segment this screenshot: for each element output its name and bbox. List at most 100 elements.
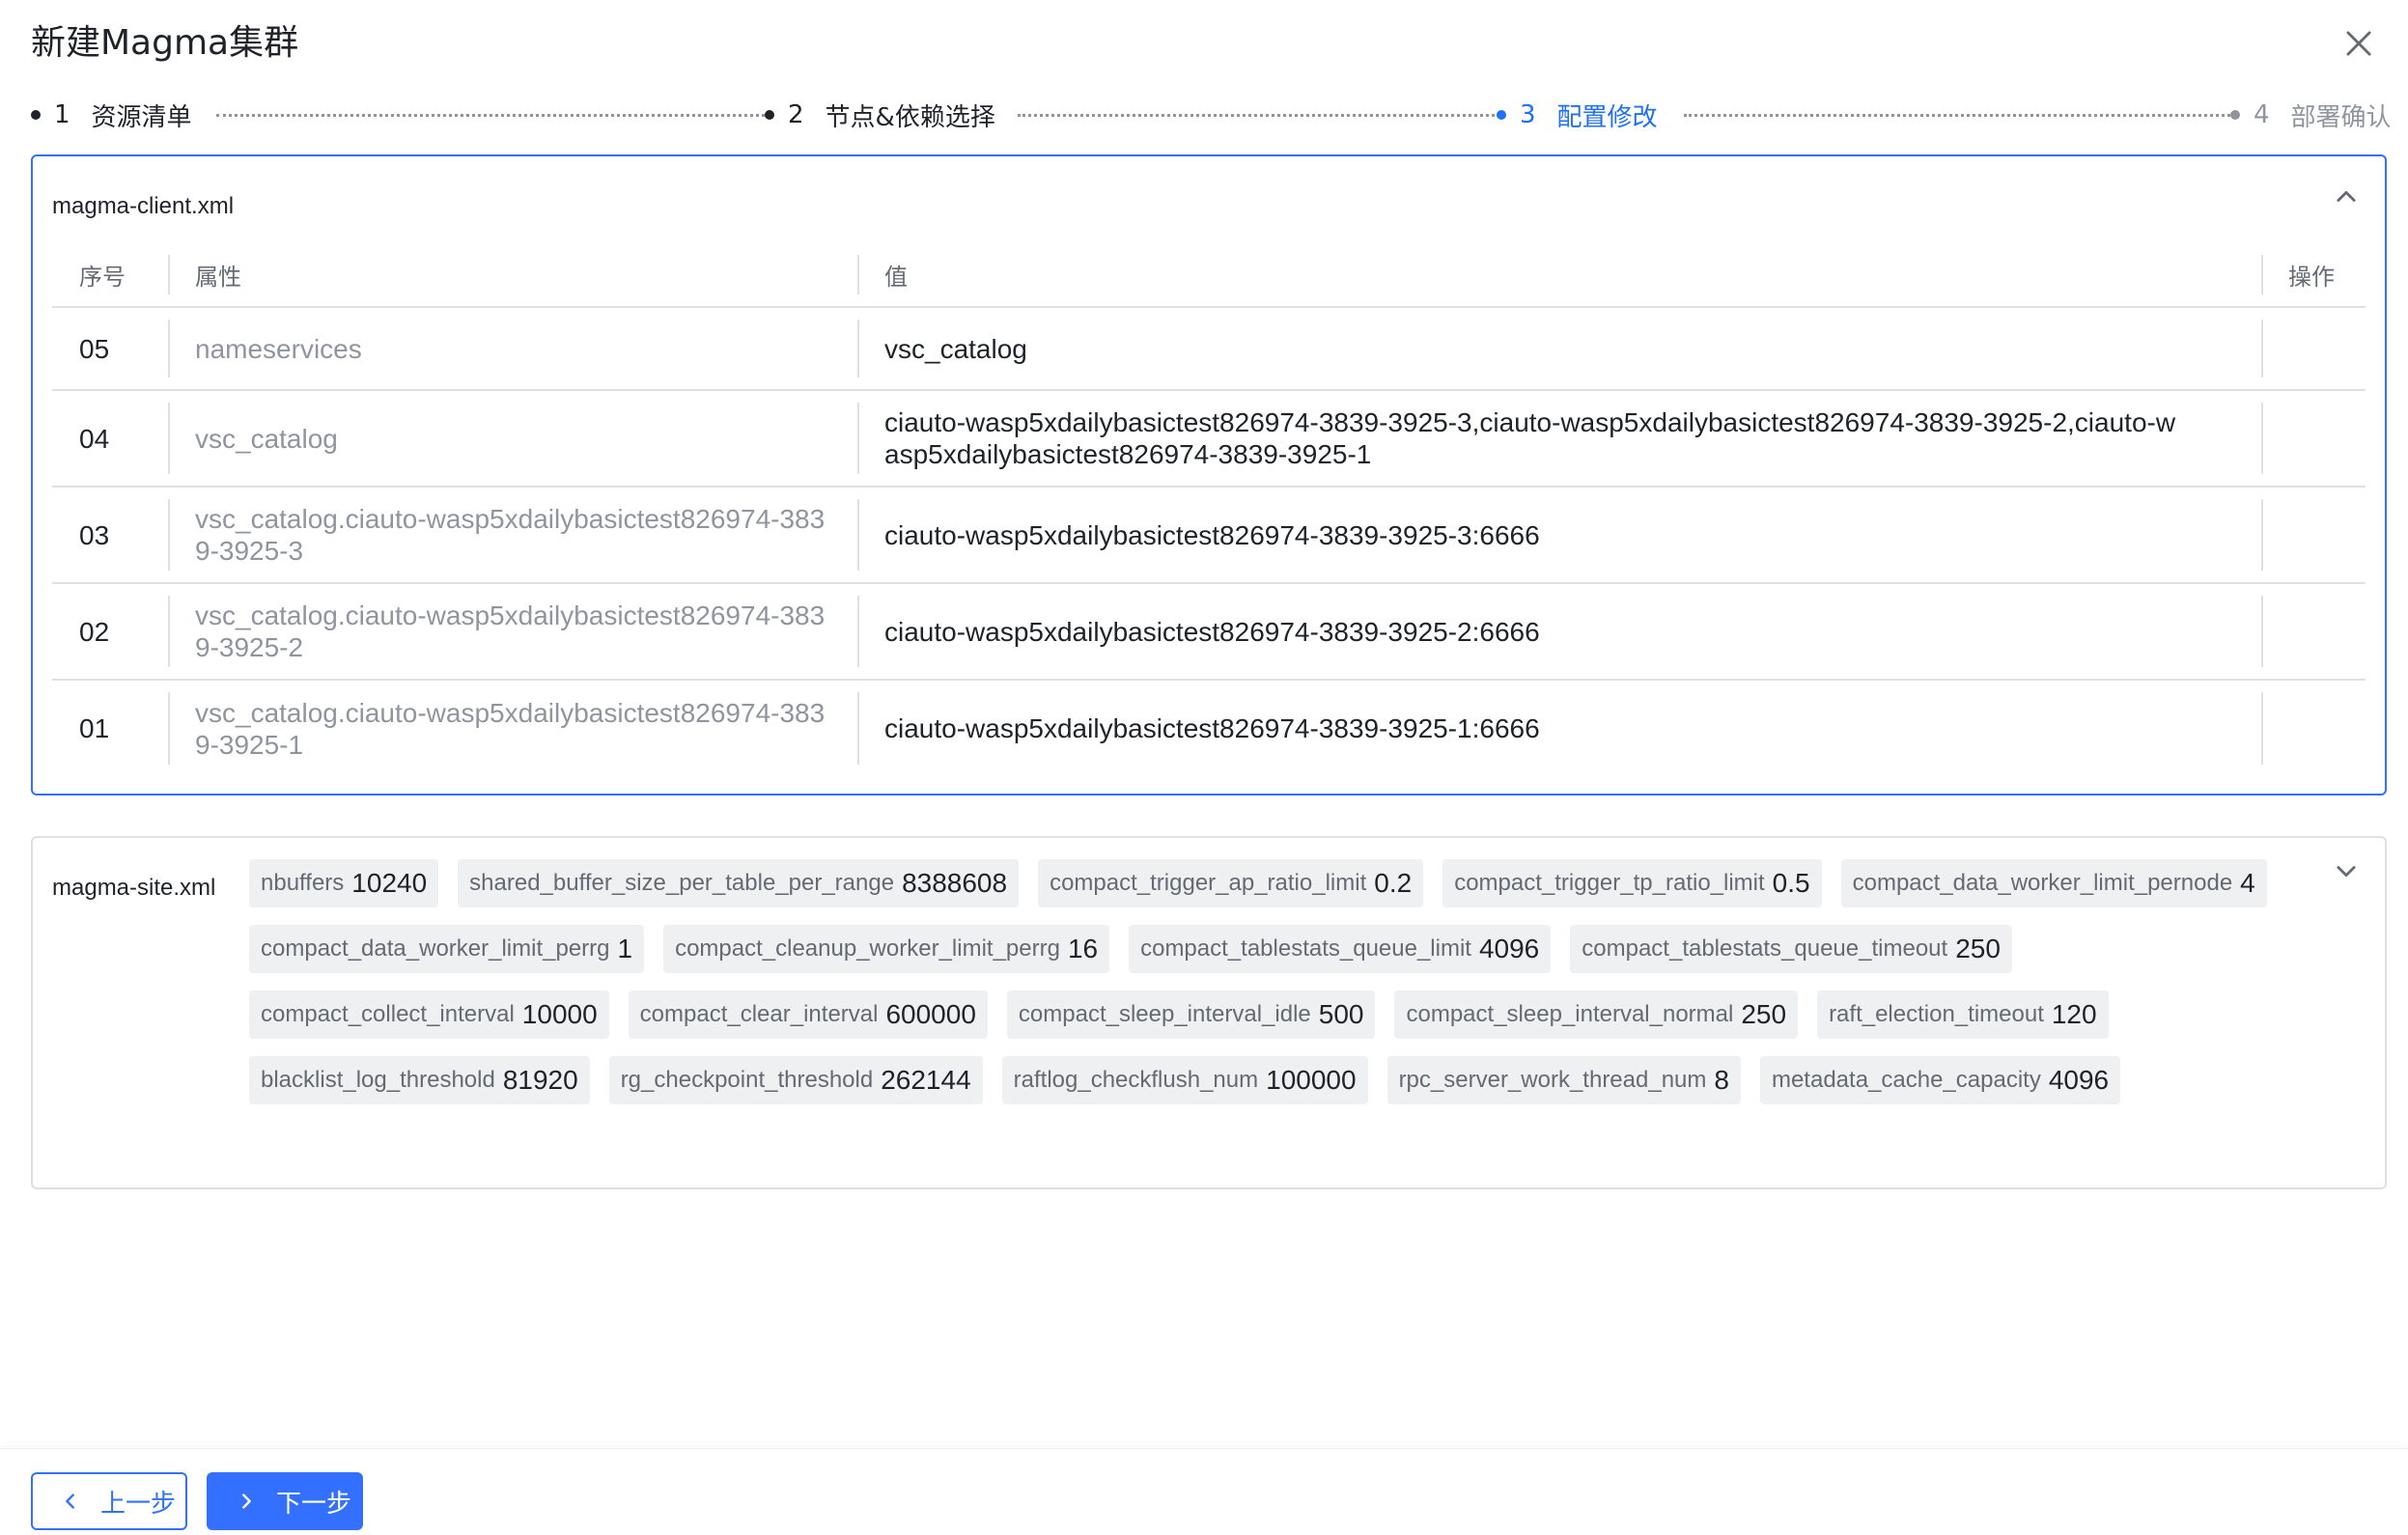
site-config-panel: magma-site.xml nbuffers 10240 shared_buffe… xyxy=(31,836,2387,1189)
config-tag-value: 8 xyxy=(1714,1065,1729,1095)
cell-attr: vsc_catalog.ciauto-wasp5xdailybasictest8… xyxy=(168,487,857,584)
config-tag-value: 120 xyxy=(2051,999,2097,1029)
step-4: 4 部署确认 xyxy=(2230,95,2392,135)
config-tag: shared_buffer_size_per_table_per_range 83… xyxy=(458,859,1020,907)
step-number: 2 xyxy=(788,100,804,129)
config-tag-key: compact_clear_interval xyxy=(639,1001,879,1027)
table-row: 04 vsc_catalog ciauto-wasp5xdailybasicte… xyxy=(52,390,2366,488)
step-label: 节点&依赖选择 xyxy=(825,102,995,132)
cell-action xyxy=(2261,680,2366,776)
config-tag: compact_cleanup_worker_limit_perrg 16 xyxy=(663,925,1110,973)
next-step-button[interactable]: 下一步 xyxy=(207,1472,363,1530)
config-tag: compact_collect_interval 10000 xyxy=(249,991,609,1039)
config-tag-value: 8388608 xyxy=(902,868,1008,898)
config-tag-list: nbuffers 10240 shared_buffer_size_per_tabl… xyxy=(249,859,2325,1104)
config-tag: compact_sleep_interval_normal 250 xyxy=(1394,991,1799,1039)
cell-seq: 02 xyxy=(52,583,168,681)
table-row: 05 nameservices vsc_catalog xyxy=(52,307,2366,391)
column-header-value: 值 xyxy=(857,243,2261,308)
config-tag: compact_data_worker_limit_pernode 4 xyxy=(1840,859,2267,907)
cell-seq: 03 xyxy=(52,487,168,584)
chevron-right-icon xyxy=(242,1493,251,1509)
config-tag: compact_tablestats_queue_limit 4096 xyxy=(1129,925,1552,973)
step-1: 1 资源清单 xyxy=(31,95,192,135)
config-tag-key: raftlog_checkflush_num xyxy=(1013,1067,1259,1093)
cell-value: ciauto-wasp5xdailybasictest826974-3839-3… xyxy=(857,390,2261,488)
config-tag-value: 250 xyxy=(1955,934,2001,963)
step-dot-icon xyxy=(765,110,774,120)
panel-title: magma-client.xml xyxy=(52,193,235,219)
config-tag: compact_trigger_tp_ratio_limit 0.5 xyxy=(1442,859,1822,907)
cell-attr: vsc_catalog.ciauto-wasp5xdailybasictest8… xyxy=(168,680,857,776)
step-dot-icon xyxy=(1497,110,1506,120)
config-tag: compact_tablestats_queue_timeout 250 xyxy=(1570,925,2012,973)
config-tag-value: 600000 xyxy=(885,999,976,1029)
column-header-seq: 序号 xyxy=(52,243,168,308)
step-2: 2 节点&依赖选择 xyxy=(765,95,995,135)
cell-seq: 04 xyxy=(52,390,168,488)
prev-step-label: 上一步 xyxy=(100,1489,177,1519)
prev-step-button[interactable]: 上一步 xyxy=(31,1472,187,1530)
config-tag: rg_checkpoint_threshold 262144 xyxy=(608,1056,983,1104)
cell-value: ciauto-wasp5xdailybasictest826974-3839-3… xyxy=(857,583,2261,681)
config-tag: compact_trigger_ap_ratio_limit 0.2 xyxy=(1038,859,1424,907)
config-tag: metadata_cache_capacity 4096 xyxy=(1759,1056,2121,1104)
close-icon[interactable] xyxy=(2340,25,2377,62)
step-label: 配置修改 xyxy=(1556,102,1658,132)
panel-title: magma-site.xml xyxy=(52,875,216,901)
config-tag-key: rpc_server_work_thread_num xyxy=(1398,1067,1707,1093)
config-tag-value: 0.5 xyxy=(1772,868,1810,898)
config-tag: blacklist_log_threshold 81920 xyxy=(249,1056,590,1104)
config-tag: compact_sleep_interval_idle 500 xyxy=(1006,991,1376,1039)
cell-attr: nameservices xyxy=(168,307,857,391)
config-tag: compact_data_worker_limit_perrg 1 xyxy=(249,925,645,973)
config-tag-key: nbuffers xyxy=(261,870,345,896)
config-tag-key: metadata_cache_capacity xyxy=(1771,1067,2041,1093)
config-tag: raftlog_checkflush_num 100000 xyxy=(1001,1056,1368,1104)
chevron-up-icon[interactable] xyxy=(2333,183,2360,210)
config-tag-value: 1 xyxy=(617,934,633,963)
config-tag-value: 0.2 xyxy=(1374,868,1413,898)
config-tag-key: blacklist_log_threshold xyxy=(261,1067,495,1093)
cell-value: ciauto-wasp5xdailybasictest826974-3839-3… xyxy=(857,680,2261,776)
cell-seq: 01 xyxy=(79,713,110,743)
config-tag-value: 250 xyxy=(1741,999,1787,1029)
dialog-title: 新建Magma集群 xyxy=(31,23,299,63)
config-tag-key: compact_data_worker_limit_perrg xyxy=(261,935,610,962)
config-tag: rpc_server_work_thread_num 8 xyxy=(1386,1056,1741,1104)
chevron-left-icon xyxy=(66,1493,74,1509)
config-tag: nbuffers 10240 xyxy=(249,859,439,907)
config-tag-key: compact_sleep_interval_normal xyxy=(1406,1001,1734,1027)
config-tag-key: compact_trigger_tp_ratio_limit xyxy=(1454,870,1765,896)
config-tag: compact_clear_interval 600000 xyxy=(628,991,988,1039)
cell-action xyxy=(2261,390,2366,488)
properties-table: 序号 属性 值 操作 05 nameservices vsc_catalog 0… xyxy=(52,243,2366,776)
chevron-down-icon[interactable] xyxy=(2333,857,2360,884)
step-number: 1 xyxy=(54,100,70,129)
config-tag-value: 10240 xyxy=(351,868,428,898)
cell-attr: vsc_catalog xyxy=(168,390,857,488)
config-tag-key: compact_sleep_interval_idle xyxy=(1018,1001,1311,1027)
config-tag-value: 4096 xyxy=(1478,934,1540,963)
step-connector xyxy=(1018,114,1500,117)
config-tag-value: 4096 xyxy=(2048,1065,2110,1095)
config-tag-value: 81920 xyxy=(502,1065,578,1095)
cell-action xyxy=(2261,487,2366,584)
config-tag-key: rg_checkpoint_threshold xyxy=(620,1067,874,1093)
step-label: 资源清单 xyxy=(91,102,192,132)
cell-value: ciauto-wasp5xdailybasictest826974-3839-3… xyxy=(857,487,2261,584)
next-step-label: 下一步 xyxy=(276,1489,352,1519)
config-tag-value: 500 xyxy=(1318,999,1364,1029)
table-header-row: 序号 属性 值 操作 xyxy=(52,243,2366,308)
step-3: 3 配置修改 xyxy=(1497,95,1658,135)
config-tag-value: 100000 xyxy=(1266,1065,1357,1095)
step-connector xyxy=(216,114,770,117)
stepper: 1 资源清单 2 节点&依赖选择 3 配置修改 4 部署确认 xyxy=(31,95,2392,135)
config-tag-value: 16 xyxy=(1067,934,1099,963)
config-tag-key: compact_tablestats_queue_timeout xyxy=(1582,935,1948,962)
config-tag-key: compact_collect_interval xyxy=(261,1001,515,1027)
column-header-action: 操作 xyxy=(2261,243,2366,308)
cell-action xyxy=(2261,583,2366,681)
config-tag-value: 10000 xyxy=(521,999,598,1029)
config-tag-key: compact_cleanup_worker_limit_perrg xyxy=(675,935,1060,962)
